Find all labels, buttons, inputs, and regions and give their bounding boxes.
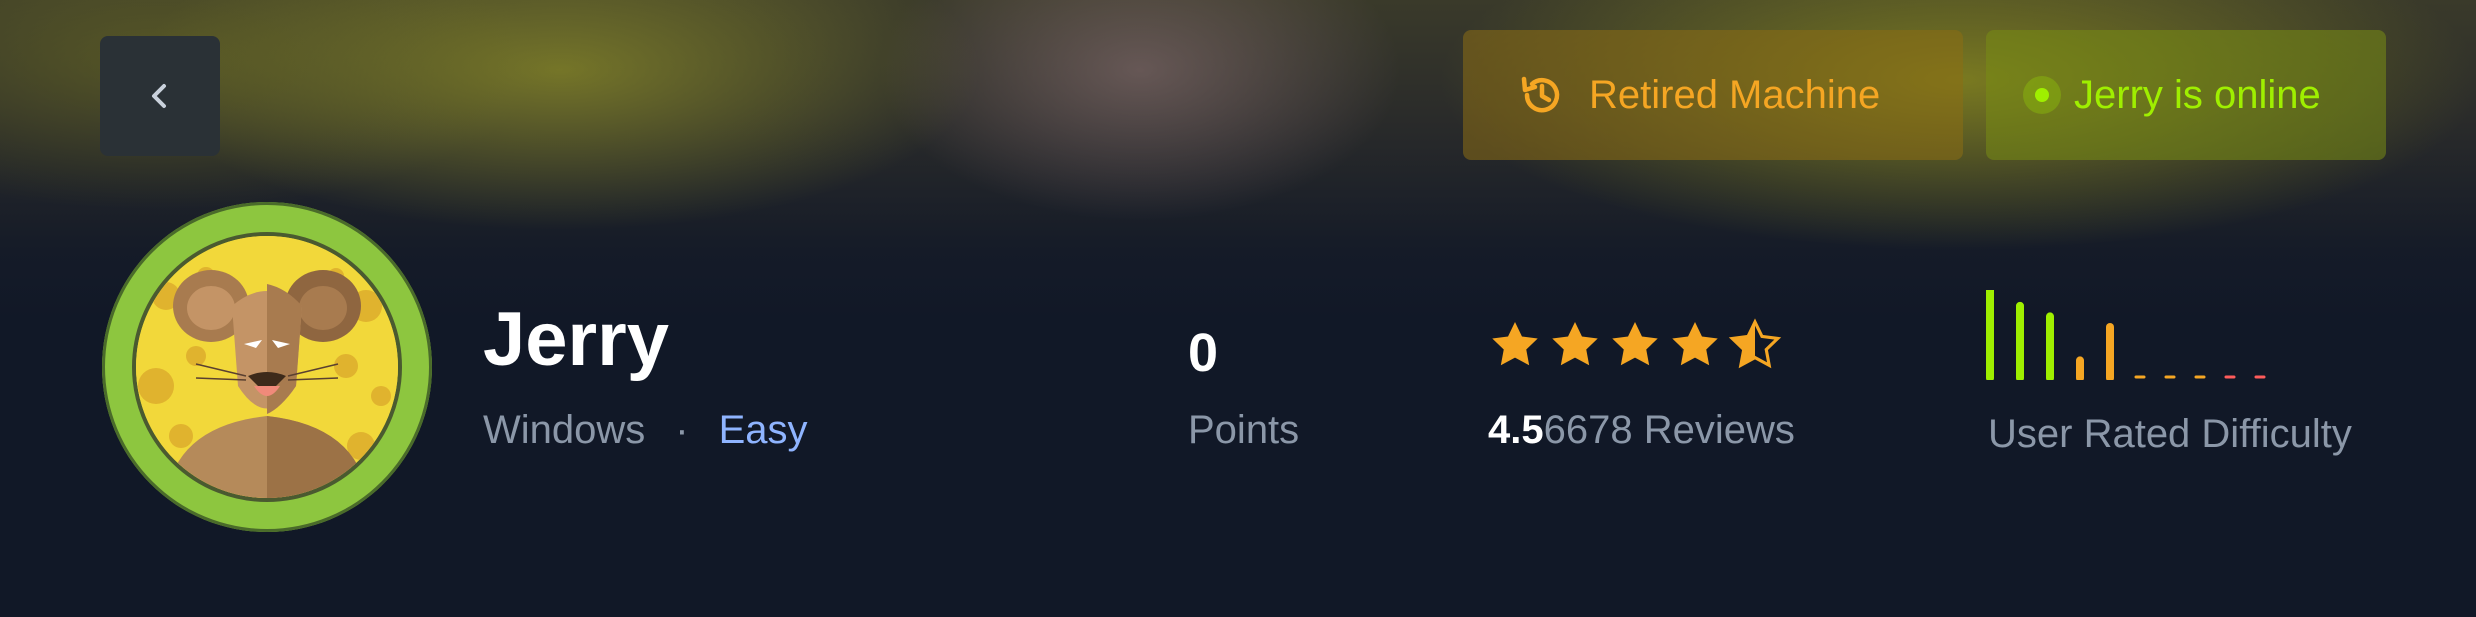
star-icon (1672, 322, 1718, 366)
machine-name: Jerry (483, 297, 669, 382)
points-value: 0 (1188, 323, 1219, 383)
chevron-left-icon (152, 84, 166, 108)
star-icon (1492, 322, 1538, 366)
points-label: Points (1188, 408, 1300, 452)
retired-machine-badge: Retired Machine (1463, 30, 1963, 160)
back-button[interactable] (100, 36, 220, 156)
online-status-label: Jerry is online (2074, 72, 2321, 117)
mouse-avatar-icon (136, 236, 398, 498)
rating-reviews[interactable]: 6678 Reviews (1544, 408, 1795, 452)
rating-summary: 4.56678 Reviews (1488, 408, 1795, 453)
difficulty-label: User Rated Difficulty (1988, 412, 2352, 456)
machine-avatar (102, 202, 432, 532)
status-dot-icon (2020, 73, 2064, 117)
retired-machine-label: Retired Machine (1589, 72, 1881, 117)
machine-os: Windows (483, 408, 646, 452)
machine-difficulty[interactable]: Easy (719, 408, 808, 453)
meta-separator: · (675, 408, 689, 452)
rating-stars (1488, 318, 1782, 372)
user-difficulty-chart (1986, 290, 2266, 380)
star-half-icon (1728, 318, 1782, 369)
online-status-badge: Jerry is online (1986, 30, 2386, 160)
star-icon (1552, 322, 1598, 366)
star-icon (1612, 322, 1658, 366)
rating-score: 4.5 (1488, 408, 1544, 452)
history-icon (1515, 68, 1569, 122)
machine-meta: Windows · Easy (483, 408, 808, 453)
